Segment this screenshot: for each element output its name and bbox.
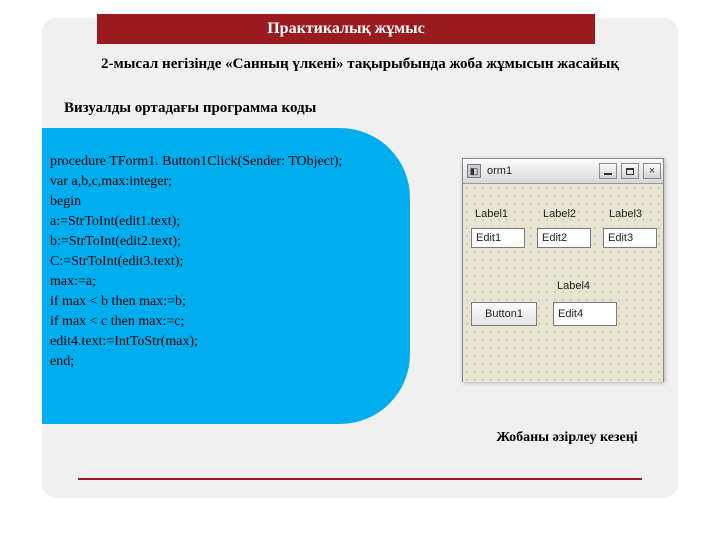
label1: Label1	[475, 208, 508, 220]
edit2[interactable]: Edit2	[537, 228, 591, 248]
edit4[interactable]: Edit4	[553, 302, 617, 326]
bottom-rule	[78, 478, 642, 480]
button1[interactable]: Button1	[471, 302, 537, 326]
form-window: ◧ orm1 × Label1 Label2 Label3 Edit1 Edit…	[462, 158, 664, 382]
slide-title: Практикалық жұмыс	[267, 20, 425, 37]
edit3[interactable]: Edit3	[603, 228, 657, 248]
minimize-icon	[604, 173, 612, 175]
titlebar: ◧ orm1 ×	[463, 159, 663, 184]
code-heading: Визуалды ортадағы программа коды	[64, 100, 316, 117]
maximize-icon	[626, 168, 634, 175]
label4: Label4	[557, 280, 590, 292]
app-icon: ◧	[467, 164, 481, 178]
edit1[interactable]: Edit1	[471, 228, 525, 248]
close-button[interactable]: ×	[643, 163, 661, 179]
code-block: procedure TForm1. Button1Click(Sender: T…	[42, 128, 410, 424]
label3: Label3	[609, 208, 642, 220]
slide-title-bar: Практикалық жұмыс	[97, 14, 595, 44]
window-title: orm1	[487, 165, 512, 177]
form-client-area: Label1 Label2 Label3 Edit1 Edit2 Edit3 L…	[463, 184, 663, 382]
slide-card: Практикалық жұмыс 2-мысал негізінде «Сан…	[42, 18, 678, 498]
form-caption: Жобаны әзірлеу кезеңі	[462, 430, 672, 446]
close-icon: ×	[649, 165, 655, 177]
slide-subtitle: 2-мысал негізінде «Санның үлкені» тақыры…	[42, 56, 678, 73]
maximize-button[interactable]	[621, 163, 639, 179]
minimize-button[interactable]	[599, 163, 617, 179]
label2: Label2	[543, 208, 576, 220]
